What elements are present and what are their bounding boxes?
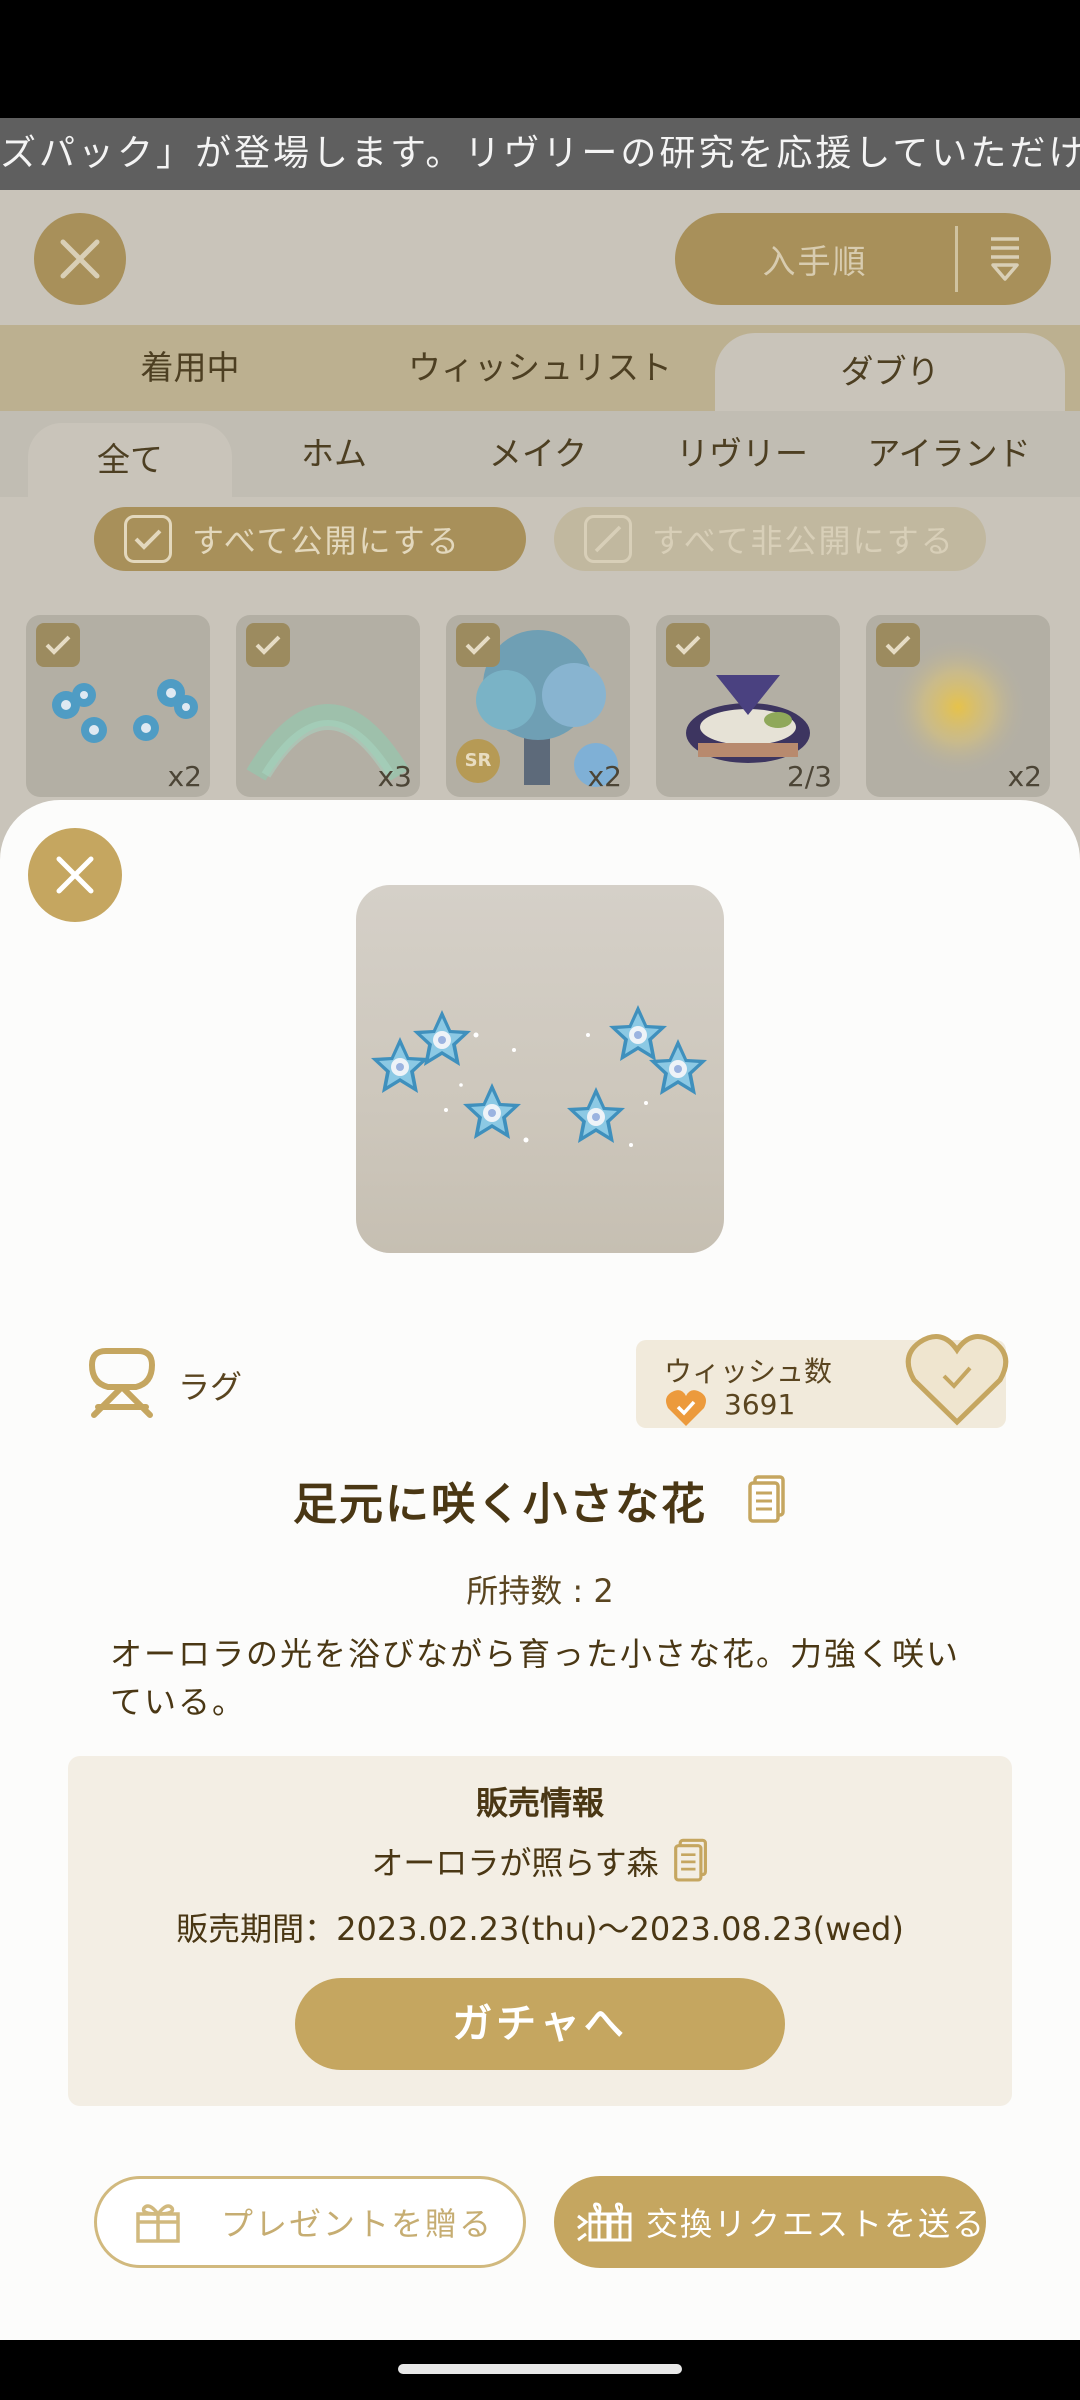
- tab-wishlist[interactable]: ウィッシュリスト: [370, 325, 710, 411]
- item-checkbox[interactable]: [36, 623, 80, 667]
- item-card[interactable]: x3: [236, 615, 420, 797]
- close-icon: [56, 856, 94, 894]
- item-name-row: 足元に咲く小さな花: [0, 1468, 1080, 1532]
- primary-tabs: 着用中 ウィッシュリスト ダブり: [0, 325, 1080, 411]
- tab-duplicates[interactable]: ダブり: [715, 333, 1065, 411]
- close-icon: [60, 239, 100, 279]
- make-all-public-label: すべて公開にする: [192, 522, 461, 560]
- item-description: オーロラの光を浴びながら育った小さな花。力強く咲いている。: [110, 1635, 961, 1721]
- send-trade-request-label: 交換リクエストを送る: [646, 2205, 987, 2243]
- wishlist-heart-button[interactable]: [902, 1330, 1012, 1430]
- make-all-private-label: すべて非公開にする: [652, 522, 955, 560]
- sale-source-row: オーロラが照らす森: [68, 1838, 1012, 1884]
- tab-make[interactable]: メイク: [436, 411, 640, 497]
- go-to-gacha-button[interactable]: ガチャへ: [295, 1978, 785, 2070]
- news-ticker[interactable]: ズパック」が登場します。リヴリーの研究を応援していただける方はぜ: [0, 118, 1080, 190]
- tab-all[interactable]: 全て: [28, 423, 232, 497]
- rug-category-icon: [88, 1348, 156, 1418]
- close-button[interactable]: [34, 213, 126, 305]
- sheet-close-button[interactable]: [28, 828, 122, 922]
- sale-info-box: 販売情報 オーロラが照らす森 販売期間：2023.02.23(thu)〜2023…: [68, 1756, 1012, 2106]
- checkbox-slash-icon: [584, 515, 632, 563]
- item-card[interactable]: x2: [866, 615, 1050, 797]
- item-count: x2: [587, 760, 622, 793]
- item-count: 2/3: [786, 760, 832, 793]
- trade-gifts-icon: [577, 2202, 632, 2242]
- status-bar: [0, 0, 1080, 118]
- item-name: 足元に咲く小さな花: [293, 1479, 707, 1530]
- tab-wearing[interactable]: 着用中: [40, 325, 340, 411]
- orange-heart-check-icon: [666, 1390, 706, 1426]
- tab-livly[interactable]: リヴリー: [640, 411, 844, 497]
- copy-document-icon[interactable]: [747, 1475, 787, 1525]
- owned-count: 所持数 : 2: [466, 1572, 614, 1610]
- item-card[interactable]: x2: [26, 615, 210, 797]
- secondary-tabs: 全て ホム メイク リヴリー アイランド: [0, 411, 1080, 497]
- wish-count-value: 3691: [724, 1388, 796, 1421]
- ticker-text: ズパック」が登場します。リヴリーの研究を応援していただける方はぜ: [0, 133, 1080, 174]
- send-trade-request-button[interactable]: 交換リクエストを送る: [554, 2176, 986, 2268]
- sale-source-name: オーロラが照らす森: [371, 1844, 659, 1882]
- item-card[interactable]: 2/3: [656, 615, 840, 797]
- copy-document-icon[interactable]: [673, 1838, 709, 1884]
- sale-info-title: 販売情報: [475, 1784, 604, 1822]
- item-count: x2: [1007, 760, 1042, 793]
- item-checkbox[interactable]: [456, 623, 500, 667]
- item-checkbox[interactable]: [246, 623, 290, 667]
- item-count: x3: [377, 760, 412, 793]
- sort-order-icon: [958, 235, 1051, 283]
- item-checkbox[interactable]: [666, 623, 710, 667]
- checkbox-checked-icon: [124, 515, 172, 563]
- send-present-label: プレゼントを贈る: [221, 2205, 494, 2243]
- item-count: x2: [167, 760, 202, 793]
- home-indicator[interactable]: [398, 2364, 682, 2374]
- rarity-badge: SR: [456, 739, 500, 783]
- tab-island[interactable]: アイランド: [844, 411, 1054, 497]
- sort-label: 入手順: [762, 242, 868, 281]
- blue-flowers-art: [371, 1005, 707, 1147]
- make-all-private-button[interactable]: すべて非公開にする: [554, 507, 986, 571]
- item-checkbox[interactable]: [876, 623, 920, 667]
- make-all-public-button[interactable]: すべて公開にする: [94, 507, 526, 571]
- sort-button[interactable]: 入手順: [675, 213, 1051, 305]
- item-preview-image: [356, 885, 724, 1253]
- send-present-button[interactable]: プレゼントを贈る: [94, 2176, 526, 2268]
- wish-count-title: ウィッシュ数: [664, 1355, 833, 1388]
- item-card[interactable]: SR x2: [446, 615, 630, 797]
- tab-hom[interactable]: ホム: [232, 411, 436, 497]
- category-label: ラグ: [178, 1368, 243, 1406]
- sale-period: 販売期間：2023.02.23(thu)〜2023.08.23(wed): [176, 1910, 904, 1948]
- gift-icon: [136, 2204, 180, 2243]
